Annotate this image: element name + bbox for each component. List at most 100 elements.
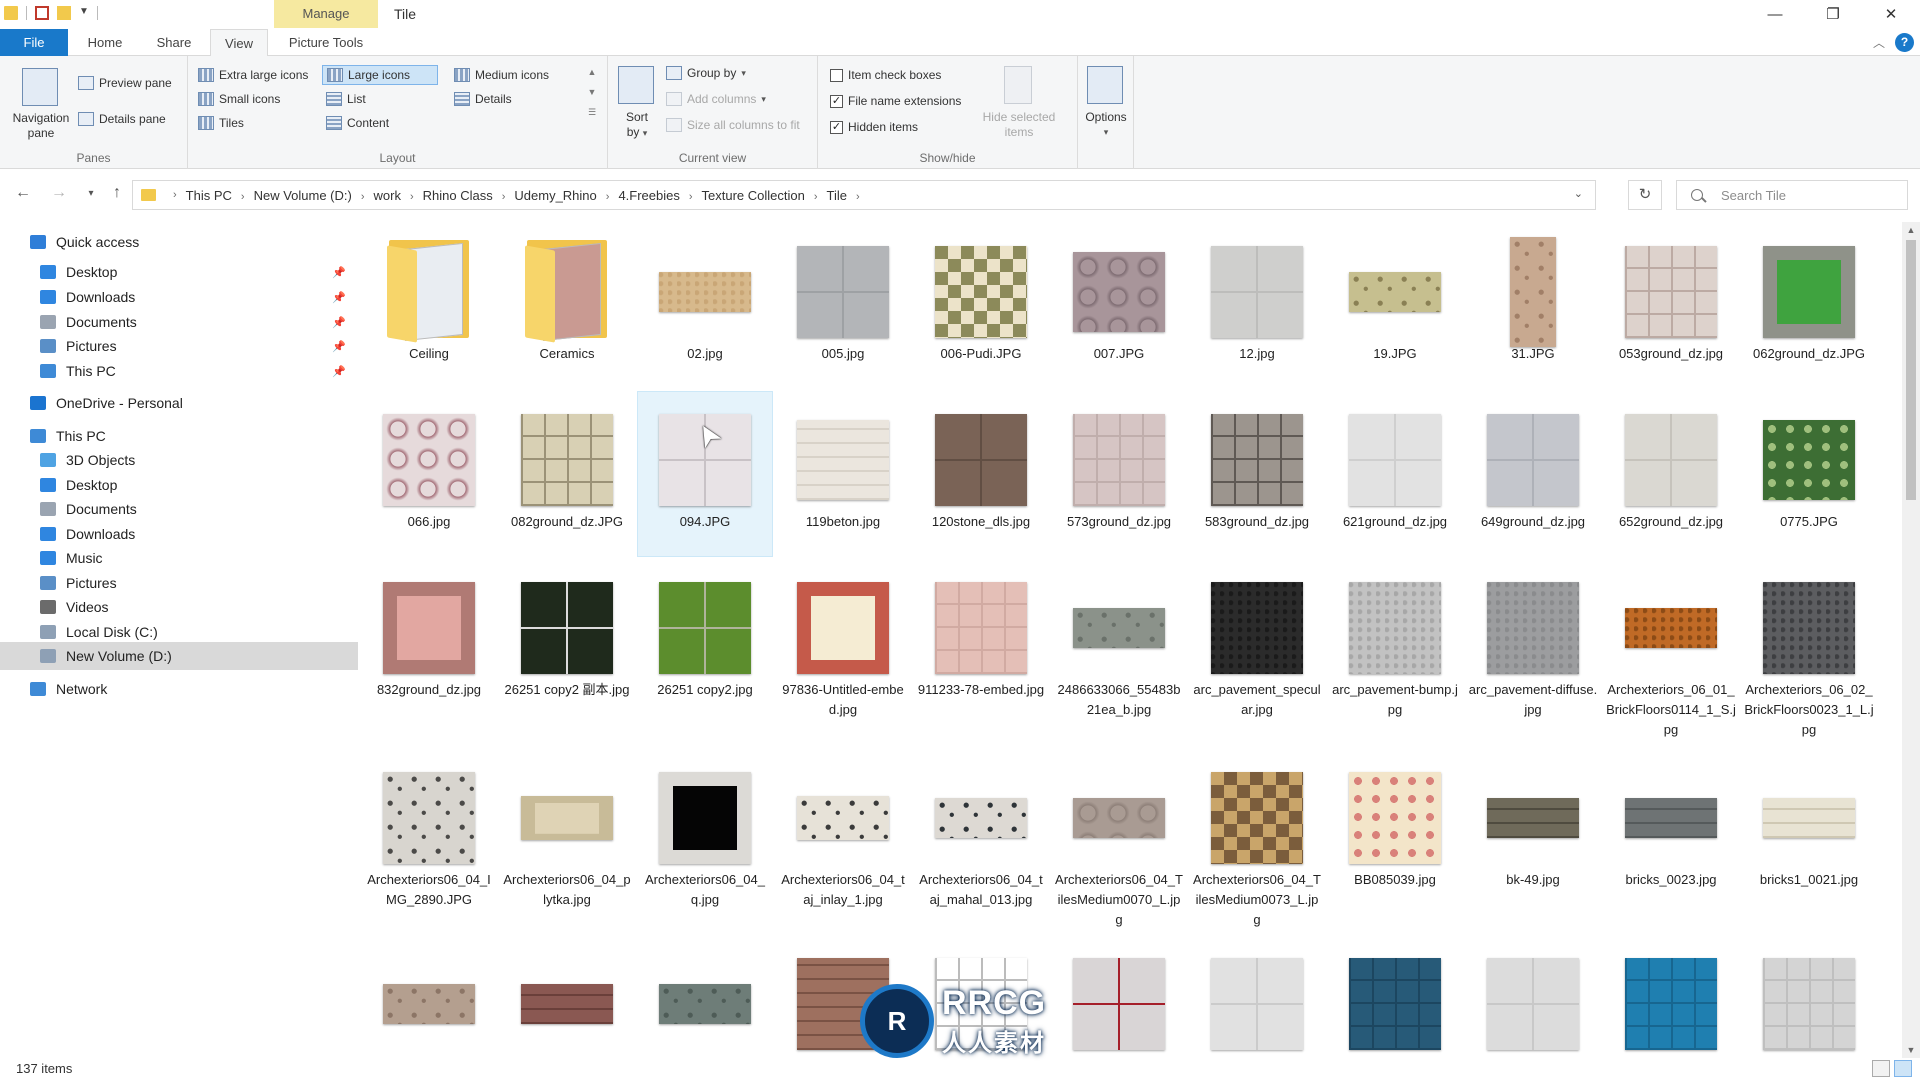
file-item[interactable]: Archexteriors_06_01_BrickFloors0114_1_S.… (1604, 560, 1738, 746)
up-arrow-icon[interactable]: ↑ (106, 184, 128, 202)
minimize-button[interactable]: — (1746, 0, 1804, 29)
file-item[interactable]: Archexteriors06_04_q.jpg (638, 750, 772, 932)
vertical-scrollbar[interactable]: ▲ ▼ (1902, 222, 1920, 1058)
file-item[interactable] (914, 936, 1048, 1052)
layout-medium-icons[interactable]: Medium icons (454, 68, 549, 82)
file-item[interactable]: 97836-Untitled-embed.jpg (776, 560, 910, 746)
breadcrumb-item[interactable]: This PC (186, 188, 232, 203)
hidden-items-checkbox[interactable]: ✓ (830, 120, 843, 134)
file-item[interactable]: 26251 copy2.jpg (638, 560, 772, 746)
details-pane-button[interactable]: Details pane (78, 112, 166, 126)
hidden-items-toggle[interactable]: ✓ Hidden items (830, 120, 918, 134)
file-item[interactable]: 911233-78-embed.jpg (914, 560, 1048, 746)
pin-icon[interactable]: 📌 (332, 340, 346, 353)
forward-arrow-icon[interactable]: → (48, 184, 70, 202)
file-item[interactable]: bricks_0023.jpg (1604, 750, 1738, 932)
tab-view[interactable]: View (210, 29, 268, 57)
file-item[interactable]: arc_pavement-diffuse.jpg (1466, 560, 1600, 746)
nav-item-new-volume-d[interactable]: New Volume (D:) (0, 642, 358, 670)
breadcrumb-separator[interactable]: › (241, 191, 245, 203)
manage-context-tab[interactable]: Manage (274, 0, 378, 28)
help-icon[interactable]: ? (1895, 33, 1914, 52)
new-folder-icon[interactable] (57, 6, 71, 20)
breadcrumb-separator[interactable]: › (856, 191, 860, 203)
file-item[interactable] (1466, 936, 1600, 1052)
file-item[interactable] (638, 936, 772, 1052)
file-item[interactable]: Archexteriors_06_02_BrickFloors0023_1_L.… (1742, 560, 1876, 746)
size-all-columns-button[interactable]: Size all columns to fit (666, 118, 800, 132)
file-name-extensions-toggle[interactable]: ✓ File name extensions (830, 94, 961, 108)
nav-item-network[interactable]: Network (0, 675, 358, 703)
file-item[interactable] (1052, 936, 1186, 1052)
nav-item-pictures[interactable]: Pictures 📌 (0, 332, 358, 360)
address-bar[interactable]: › This PC › New Volume (D:) › work › Rhino Cla… (132, 180, 1596, 210)
nav-item-videos[interactable]: Videos (0, 593, 358, 621)
tab-file[interactable]: File (0, 29, 68, 56)
breadcrumb-item[interactable]: Rhino Class (423, 188, 493, 203)
details-view-toggle[interactable] (1872, 1060, 1890, 1077)
collapse-ribbon-icon[interactable]: ︿ (1873, 34, 1885, 51)
file-item[interactable] (776, 936, 910, 1052)
nav-item-documents[interactable]: Documents (0, 495, 358, 523)
nav-item-quick-access[interactable]: Quick access (0, 228, 358, 256)
file-item[interactable] (500, 936, 634, 1052)
file-item[interactable] (1604, 936, 1738, 1052)
nav-item-downloads[interactable]: Downloads 📌 (0, 283, 358, 311)
preview-pane-button[interactable]: Preview pane (78, 76, 172, 90)
breadcrumb-separator[interactable]: › (606, 191, 610, 203)
layout-large-icons[interactable]: Large icons (322, 65, 438, 85)
item-check-boxes-checkbox[interactable] (830, 68, 843, 82)
file-item[interactable]: 2486633066_55483b21ea_b.jpg (1052, 560, 1186, 746)
breadcrumb-separator[interactable]: › (689, 191, 693, 203)
sort-icon[interactable] (618, 66, 654, 104)
large-icons-view-toggle[interactable] (1894, 1060, 1912, 1077)
breadcrumb-separator[interactable]: › (410, 191, 414, 203)
breadcrumb-separator[interactable]: › (361, 191, 365, 203)
nav-item-onedrive-personal[interactable]: OneDrive - Personal (0, 389, 358, 417)
pin-icon[interactable]: 📌 (332, 316, 346, 329)
breadcrumb-item[interactable]: Texture Collection (702, 188, 805, 203)
item-check-boxes-toggle[interactable]: Item check boxes (830, 68, 941, 82)
folder-item[interactable]: Ceiling (362, 224, 496, 388)
file-item[interactable]: BB085039.jpg (1328, 750, 1462, 932)
file-item[interactable]: arc_pavement-bump.jpg (1328, 560, 1462, 746)
breadcrumb-separator[interactable]: › (502, 191, 506, 203)
recent-locations-icon[interactable]: ▾ (80, 188, 102, 199)
file-item[interactable]: 31.JPG (1466, 224, 1600, 388)
breadcrumb-item[interactable]: 4.Freebies (618, 188, 679, 203)
file-item[interactable]: 053ground_dz.jpg (1604, 224, 1738, 388)
add-columns-button[interactable]: Add columns ▾ (666, 92, 766, 106)
nav-item-desktop[interactable]: Desktop 📌 (0, 258, 358, 286)
options-icon[interactable] (1087, 66, 1123, 104)
file-item[interactable]: 120stone_dls.jpg (914, 392, 1048, 556)
restore-button[interactable]: ❐ (1804, 0, 1862, 29)
sort-by-button[interactable]: Sort by ▾ (620, 110, 654, 141)
file-item[interactable]: 094.JPG (637, 391, 773, 557)
file-item[interactable]: arc_pavement_specular.jpg (1190, 560, 1324, 746)
navigation-pane-button[interactable]: Navigation pane (6, 111, 76, 141)
nav-item-3d-objects[interactable]: 3D Objects (0, 446, 358, 474)
file-item[interactable]: 02.jpg (638, 224, 772, 388)
search-input[interactable]: Search Tile (1676, 180, 1908, 210)
file-item[interactable]: bricks1_0021.jpg (1742, 750, 1876, 932)
file-name-extensions-checkbox[interactable]: ✓ (830, 94, 843, 108)
folder-item[interactable]: Ceramics (500, 224, 634, 388)
scrollbar-thumb[interactable] (1906, 240, 1916, 500)
pin-icon[interactable]: 📌 (332, 365, 346, 378)
file-item[interactable] (362, 936, 496, 1052)
file-item[interactable]: 621ground_dz.jpg (1328, 392, 1462, 556)
tab-picture-tools[interactable]: Picture Tools (276, 29, 376, 56)
file-item[interactable]: 583ground_dz.jpg (1190, 392, 1324, 556)
file-item[interactable]: Archexteriors06_04_taj_inlay_1.jpg (776, 750, 910, 932)
file-item[interactable]: 0775.JPG (1742, 392, 1876, 556)
file-item[interactable]: 26251 copy2 副本.jpg (500, 560, 634, 746)
navigation-pane-icon[interactable] (22, 68, 58, 106)
file-item[interactable]: Archexteriors06_04_plytka.jpg (500, 750, 634, 932)
scroll-down-arrow-icon[interactable]: ▼ (1902, 1042, 1920, 1058)
file-item[interactable]: 005.jpg (776, 224, 910, 388)
file-item[interactable]: 007.JPG (1052, 224, 1186, 388)
pin-icon[interactable]: 📌 (332, 291, 346, 304)
file-item[interactable]: 652ground_dz.jpg (1604, 392, 1738, 556)
scroll-up-arrow-icon[interactable]: ▲ (1902, 222, 1920, 238)
file-item[interactable]: 649ground_dz.jpg (1466, 392, 1600, 556)
